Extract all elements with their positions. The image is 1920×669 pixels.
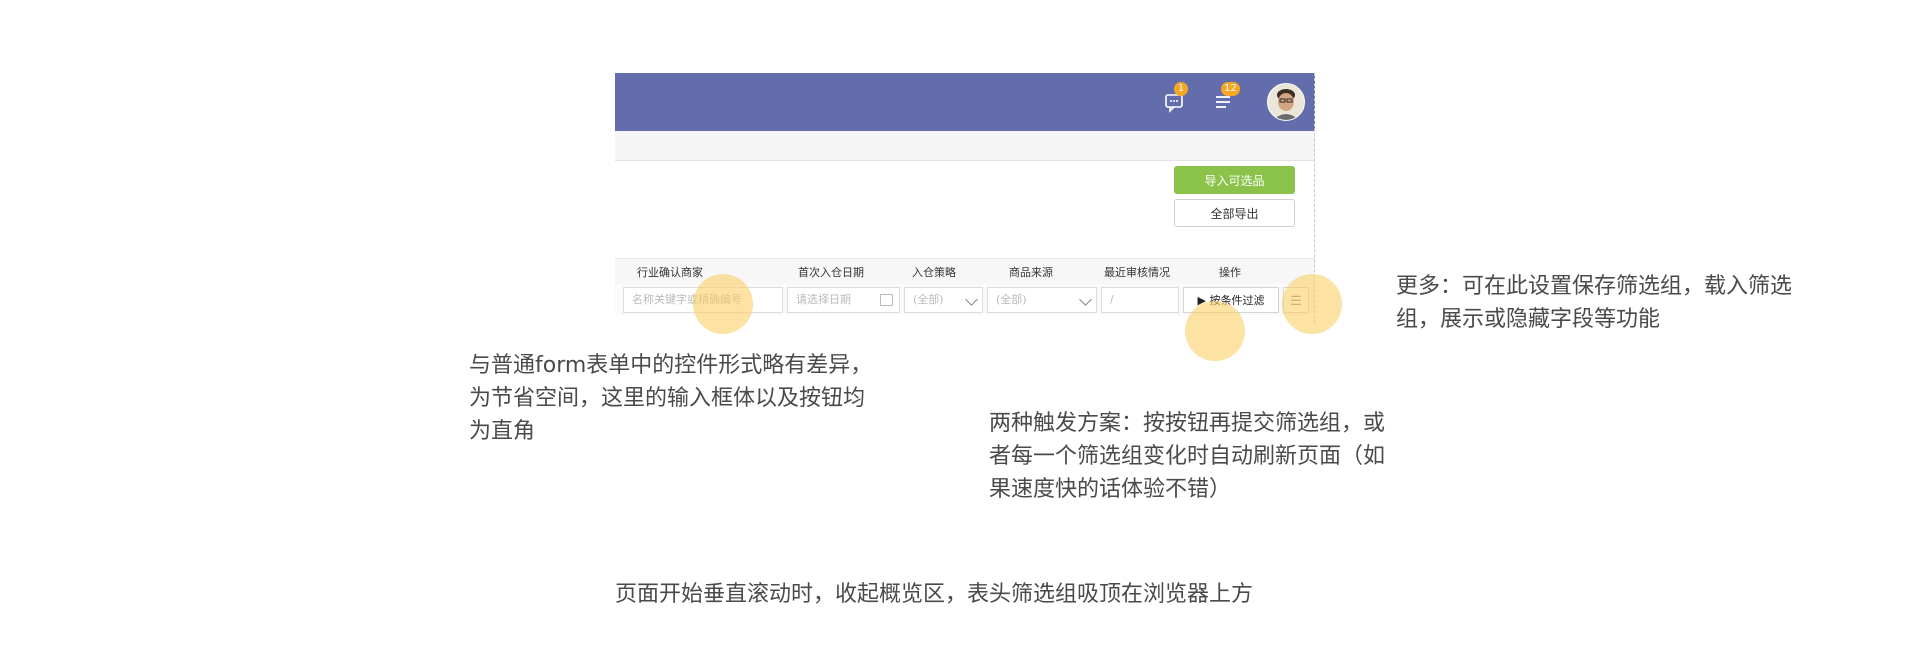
date-placeholder: 请选择日期 (796, 293, 851, 306)
annotation-sticky-header: 页面开始垂直滚动时，收起概览区，表头筛选组吸顶在浏览器上方 (615, 582, 1254, 607)
chevron-down-icon (965, 293, 978, 306)
annotation-line: 果速度快的话体验不错） (989, 477, 1232, 502)
annotation-line: 与普通form表单中的控件形式略有差异， (469, 353, 873, 378)
message-icon[interactable]: 1 (1163, 82, 1188, 114)
user-avatar[interactable] (1267, 83, 1305, 121)
task-count-badge: 12 (1221, 82, 1240, 96)
review-value: / (1110, 293, 1114, 306)
column-header-merchant[interactable]: 行业确认商家 (637, 264, 703, 280)
column-header-latest-review[interactable]: 最近审核情况 (1104, 264, 1170, 280)
column-header-actions: 操作 (1219, 266, 1241, 279)
strategy-selected-value: (全部) (913, 293, 944, 306)
breadcrumb-bar (615, 131, 1315, 161)
highlight-dot-more (1282, 274, 1342, 334)
annotation-more-menu: 更多：可在此设置保存筛选组，载入筛选 组，展示或隐藏字段等功能 (1396, 270, 1792, 336)
message-badge: 1 (1174, 82, 1188, 96)
warehouse-strategy-select[interactable]: (全部) (904, 287, 983, 313)
column-header-product-source[interactable]: 商品来源 (1009, 264, 1053, 280)
calendar-icon (880, 294, 893, 306)
annotation-trigger-options: 两种触发方案：按按钮再提交筛选组，或 者每一个筛选组变化时自动刷新页面（如 果速… (989, 407, 1385, 506)
annotation-line: 者每一个筛选组变化时自动刷新页面（如 (989, 444, 1386, 469)
import-selectable-button[interactable]: 导入可选品 (1174, 166, 1295, 194)
highlight-dot-input (693, 274, 753, 334)
annotation-line: 两种触发方案：按按钮再提交筛选组，或 (989, 411, 1386, 436)
annotation-line: 为节省空间，这里的输入框体以及按钮均 (469, 386, 866, 411)
latest-review-input[interactable]: / (1101, 287, 1179, 313)
export-all-button[interactable]: 全部导出 (1174, 199, 1295, 227)
task-list-icon[interactable]: 12 (1212, 82, 1240, 114)
annotation-line: 更多：可在此设置保存筛选组，载入筛选 (1396, 274, 1793, 299)
top-navigation-bar: 1 12 (615, 73, 1315, 131)
annotation-line: 组，展示或隐藏字段等功能 (1396, 307, 1661, 332)
highlight-dot-filter-button (1185, 301, 1245, 361)
column-header-warehouse-strategy[interactable]: 入仓策略 (912, 264, 956, 280)
source-selected-value: (全部) (996, 293, 1027, 306)
chevron-down-icon (1079, 293, 1092, 306)
annotation-input-style: 与普通form表单中的控件形式略有差异， 为节省空间，这里的输入框体以及按钮均 … (469, 349, 872, 448)
product-source-select[interactable]: (全部) (987, 287, 1097, 313)
column-header-first-entry-date[interactable]: 首次入仓日期 (798, 264, 864, 280)
annotation-line: 为直角 (469, 419, 536, 444)
first-entry-date-picker[interactable]: 请选择日期 (787, 287, 900, 313)
